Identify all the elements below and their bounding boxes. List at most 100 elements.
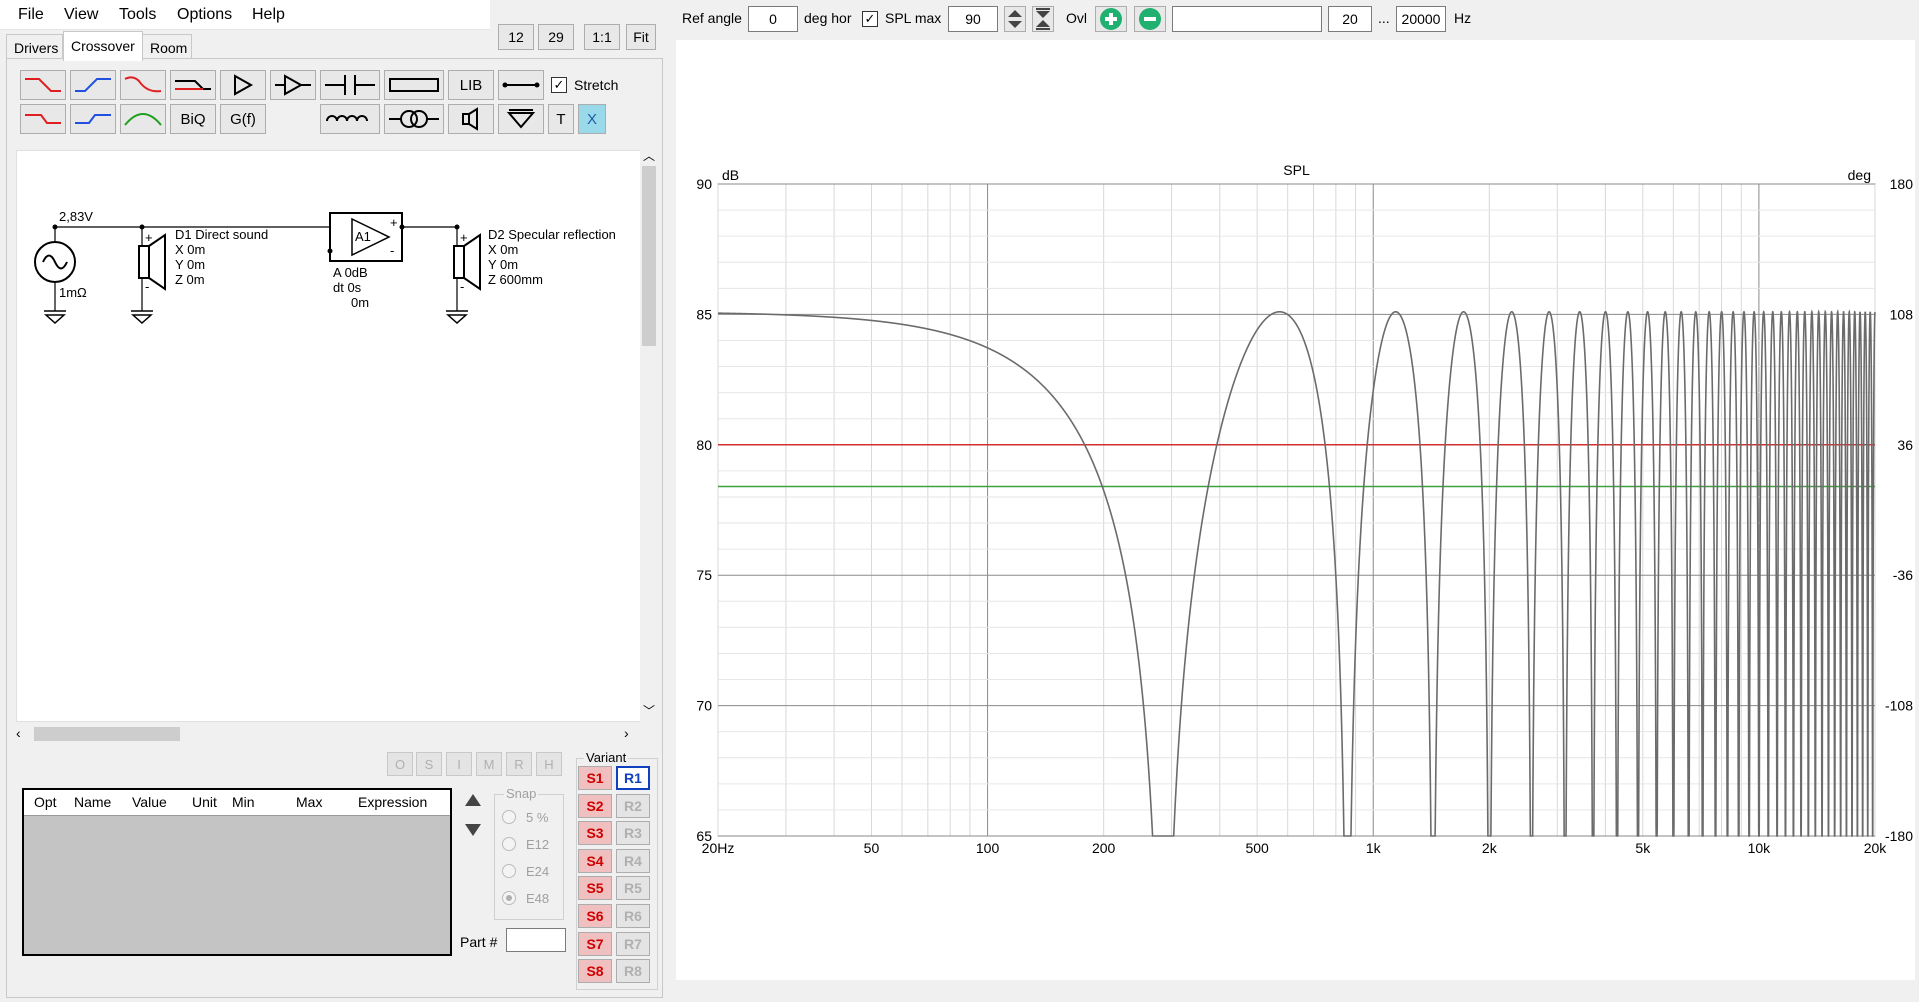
transformer-button[interactable] xyxy=(384,104,444,134)
col-min[interactable]: Min xyxy=(232,794,255,810)
variant-r7-button[interactable]: R7 xyxy=(616,931,650,956)
spl-autoscale-button[interactable] xyxy=(1032,6,1054,32)
variant-s2-button[interactable]: S2 xyxy=(578,793,612,818)
scroll-up-icon[interactable]: ︿ xyxy=(643,147,655,164)
lowpass2-button[interactable] xyxy=(20,104,66,134)
move-down-button[interactable] xyxy=(460,818,486,842)
move-up-button[interactable] xyxy=(460,788,486,812)
snap-e12-radio[interactable] xyxy=(502,837,516,851)
schematic-vertical-scrollbar[interactable]: ︿ ﹀ xyxy=(640,147,658,722)
add-overlay-button[interactable] xyxy=(1095,6,1127,32)
library-button[interactable]: LIB xyxy=(448,70,494,100)
spl-chart: 90 18085 10880 3675 -3670 -10865 -180dB degSPL2… xyxy=(696,162,1913,856)
variant-s3-button[interactable]: S3 xyxy=(578,821,612,846)
menu-help[interactable]: Help xyxy=(252,6,285,24)
buffer-button[interactable] xyxy=(220,70,266,100)
tab-crossover[interactable]: Crossover xyxy=(63,31,143,61)
menu-file[interactable]: File xyxy=(18,6,44,24)
opt-m-button[interactable]: M xyxy=(476,752,502,776)
lowpass-red-button[interactable] xyxy=(20,70,66,100)
variant-s4-button[interactable]: S4 xyxy=(578,848,612,873)
scroll-thumb[interactable] xyxy=(642,166,656,346)
view-29-button[interactable]: 29 xyxy=(538,24,574,50)
part-number-input[interactable] xyxy=(506,928,566,952)
variant-r6-button[interactable]: R6 xyxy=(616,904,650,928)
opt-r-button[interactable]: R xyxy=(506,752,532,776)
y-tick-label: 75 xyxy=(696,567,712,583)
spl-max-input[interactable]: 90 xyxy=(948,6,998,32)
lowpass-curve-button[interactable] xyxy=(120,70,166,100)
variant-s1-button[interactable]: S1 xyxy=(578,766,612,790)
y-tick-label: 85 xyxy=(696,306,712,322)
variant-title: Variant xyxy=(584,750,629,765)
tab-room[interactable]: Room xyxy=(142,34,192,60)
amplifier-button[interactable] xyxy=(270,70,316,100)
text-tool-button[interactable]: T xyxy=(548,104,574,134)
col-value[interactable]: Value xyxy=(132,794,167,810)
col-unit[interactable]: Unit xyxy=(192,794,217,810)
parameter-table[interactable]: Opt Name Value Unit Min Max Expression xyxy=(22,788,452,956)
fit-button[interactable]: Fit xyxy=(626,24,656,50)
biquad-button[interactable]: BiQ xyxy=(170,104,216,134)
snap-e48-radio[interactable] xyxy=(502,891,516,905)
delete-tool-button[interactable]: X xyxy=(578,104,606,134)
hscroll-thumb[interactable] xyxy=(34,727,180,741)
variant-r5-button[interactable]: R5 xyxy=(616,876,650,901)
spl-spin-button[interactable] xyxy=(1004,6,1026,32)
spl-plot[interactable]: 90 180 85 108 80 36 75 -36 70 -108 65 -180 dB deg SPL 2… xyxy=(676,40,1915,980)
inductor-button[interactable] xyxy=(320,104,380,134)
highpass2-button[interactable] xyxy=(70,104,116,134)
snap-e24-radio[interactable] xyxy=(502,864,516,878)
variant-r8-button[interactable]: R8 xyxy=(616,959,650,984)
variant-r3-button[interactable]: R3 xyxy=(616,821,650,846)
scroll-left-icon[interactable]: ‹ xyxy=(16,725,21,741)
opt-h-button[interactable]: H xyxy=(536,752,562,776)
opt-s-button[interactable]: S xyxy=(416,752,442,776)
capacitor-button[interactable] xyxy=(320,70,380,100)
variant-s6-button[interactable]: S6 xyxy=(578,904,612,928)
snap-5pct-radio[interactable] xyxy=(502,810,516,824)
stretch-checkbox[interactable]: ✓ xyxy=(551,77,567,93)
lowpass-icon xyxy=(25,78,61,92)
opt-o-button[interactable]: O xyxy=(387,752,413,776)
wire-icon xyxy=(502,82,540,88)
tab-drivers[interactable]: Drivers xyxy=(6,34,63,60)
freq-max-input[interactable]: 20000 xyxy=(1396,6,1446,32)
col-max[interactable]: Max xyxy=(296,794,322,810)
schematic-canvas[interactable]: 2,83V 1mΩ + - D1 Direct sound X 0m Y 0m … xyxy=(16,150,642,722)
speaker-button[interactable] xyxy=(448,104,494,134)
menu-view[interactable]: View xyxy=(64,6,98,24)
scroll-down-icon[interactable]: ﹀ xyxy=(643,702,655,719)
menu-tools[interactable]: Tools xyxy=(119,6,156,24)
overlay-select[interactable] xyxy=(1172,6,1322,32)
ground-button[interactable] xyxy=(498,104,544,134)
remove-overlay-button[interactable] xyxy=(1134,6,1166,32)
opt-i-button[interactable]: I xyxy=(446,752,472,776)
variant-s5-button[interactable]: S5 xyxy=(578,876,612,901)
y2-tick-label: -108 xyxy=(1885,698,1913,714)
bandpass-button[interactable] xyxy=(120,104,166,134)
variant-s7-button[interactable]: S7 xyxy=(578,931,612,956)
gf-button[interactable]: G(f) xyxy=(220,104,266,134)
col-name[interactable]: Name xyxy=(74,794,111,810)
highpass-blue-button[interactable] xyxy=(70,70,116,100)
variant-r2-button[interactable]: R2 xyxy=(616,793,650,818)
d2-x: X 0m xyxy=(488,242,519,257)
view-12-button[interactable]: 12 xyxy=(498,24,534,50)
ref-angle-input[interactable]: 0 xyxy=(748,6,798,32)
y2-tick-label: 36 xyxy=(1897,437,1913,453)
menu-options[interactable]: Options xyxy=(177,6,232,24)
spl-max-checkbox[interactable]: ✓ xyxy=(862,11,878,27)
variant-r1-button[interactable]: R1 xyxy=(616,766,650,790)
col-opt[interactable]: Opt xyxy=(34,794,57,810)
zoom-1-1-button[interactable]: 1:1 xyxy=(584,24,620,50)
variant-s8-button[interactable]: S8 xyxy=(578,959,612,984)
schematic-horizontal-scrollbar[interactable]: ‹ › xyxy=(16,724,642,744)
resistor-button[interactable] xyxy=(384,70,444,100)
variant-r4-button[interactable]: R4 xyxy=(616,848,650,873)
wire-button[interactable] xyxy=(498,70,544,100)
col-expression[interactable]: Expression xyxy=(358,794,427,810)
scroll-right-icon[interactable]: › xyxy=(624,725,629,741)
shelf-button[interactable] xyxy=(170,70,216,100)
freq-min-input[interactable]: 20 xyxy=(1328,6,1372,32)
